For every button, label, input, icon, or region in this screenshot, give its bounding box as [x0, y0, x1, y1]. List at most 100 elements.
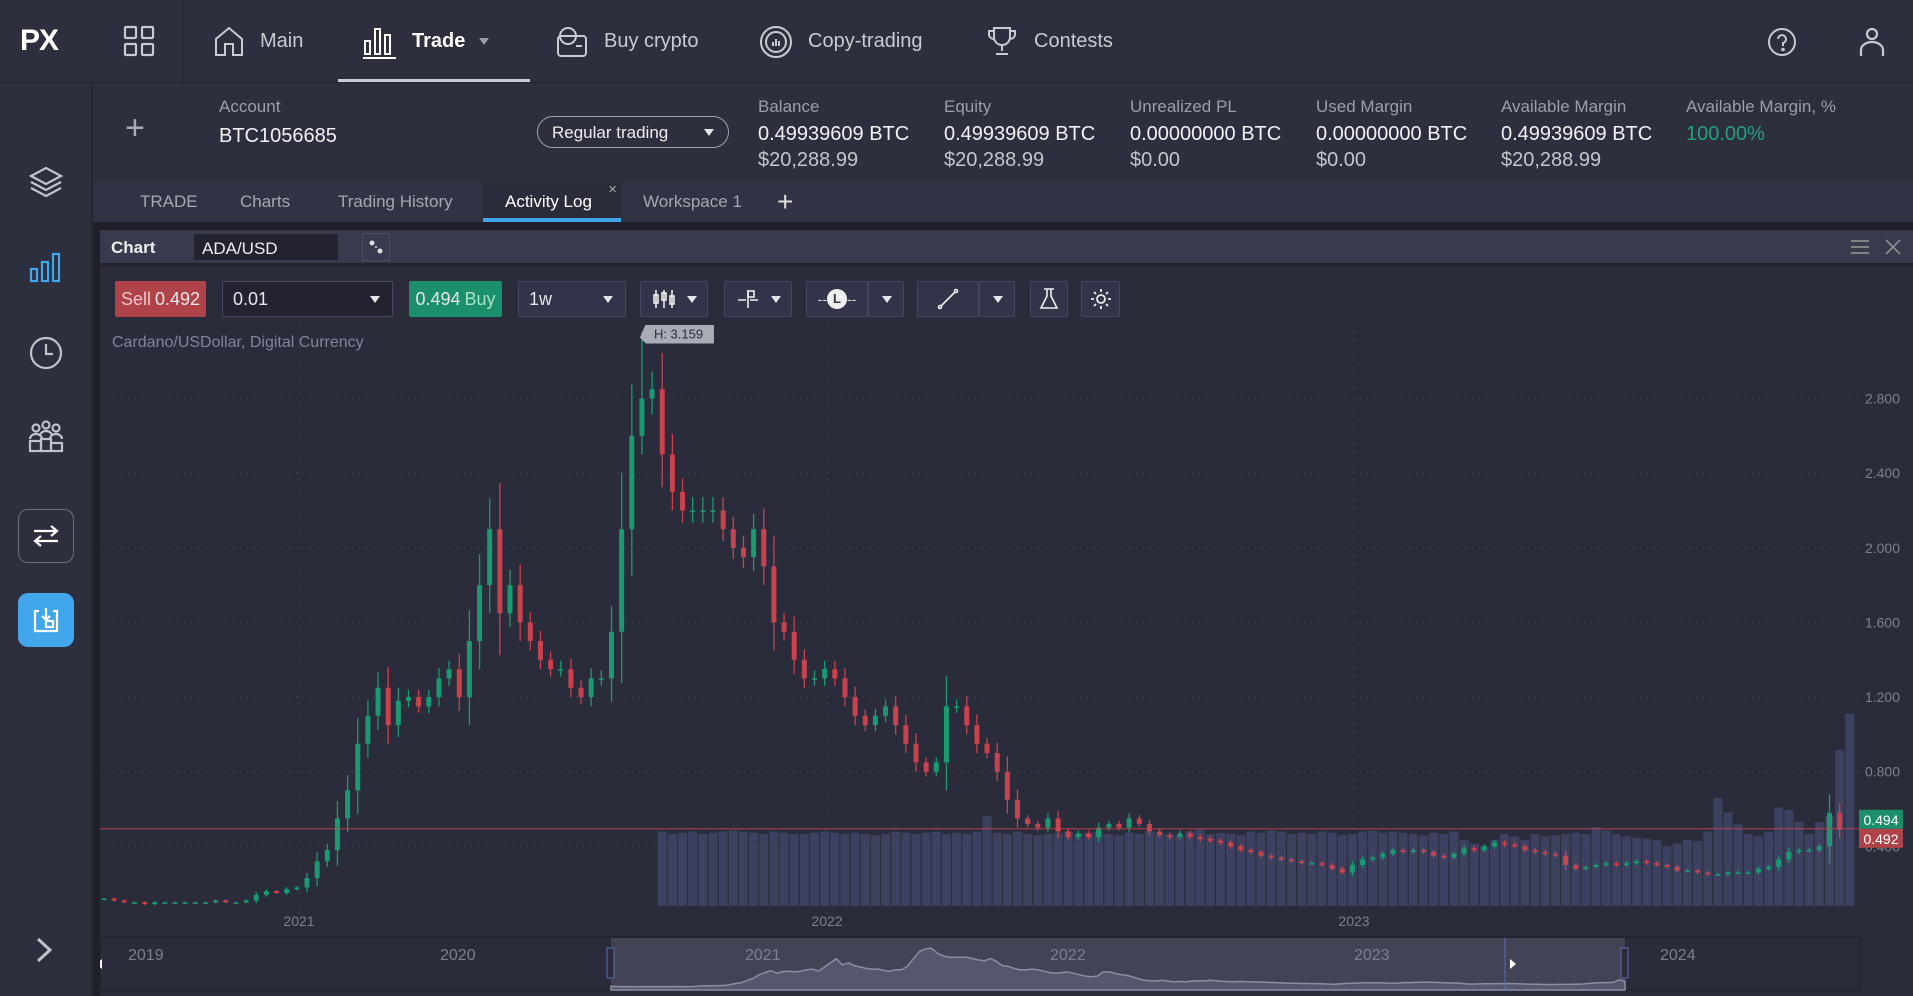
candle-body — [253, 894, 259, 901]
link-symbol-button[interactable] — [362, 233, 390, 261]
drawing-tool-dropdown[interactable] — [979, 281, 1015, 317]
tab-charts[interactable]: Charts — [240, 182, 290, 222]
volume-bar — [850, 832, 860, 906]
symbol-input[interactable]: ADA/USD — [193, 233, 339, 261]
sidebar-item-trade[interactable] — [18, 241, 74, 295]
volume-bar — [1814, 822, 1824, 906]
quantity-dropdown[interactable]: 0.01 — [222, 281, 393, 317]
candle-body — [1238, 846, 1244, 851]
price-chart[interactable]: 0.4000.8001.2001.6002.0002.4002.80020212… — [100, 325, 1913, 996]
volume-bar — [799, 834, 809, 906]
studies-button[interactable] — [1030, 281, 1068, 317]
volume-bar — [1449, 831, 1459, 906]
volume-bar — [1124, 832, 1134, 906]
sidebar-item-community[interactable] — [18, 410, 74, 464]
candle-body — [456, 669, 462, 698]
candle-body — [1268, 855, 1274, 858]
user-icon[interactable] — [1857, 26, 1887, 63]
volume-bar — [1358, 831, 1368, 906]
nav-buy-crypto[interactable]: Buy crypto — [554, 0, 698, 83]
indicators-dropdown[interactable] — [724, 281, 792, 317]
candlestick-icon — [653, 290, 675, 308]
candle-body — [466, 641, 472, 698]
volume-bar — [708, 832, 718, 906]
volume-bar — [1408, 834, 1418, 906]
stat-btc: 0.49939609 BTC — [944, 123, 1096, 145]
sidebar-item-history[interactable] — [18, 326, 74, 380]
drawing-tool-button[interactable] — [917, 281, 979, 317]
candle-body — [984, 743, 990, 754]
candle-body — [1248, 850, 1254, 852]
timeframe-value: 1w — [529, 288, 553, 309]
sidebar-transfer-button[interactable] — [18, 509, 74, 563]
candle-body — [507, 585, 513, 614]
sell-button[interactable]: Sell 0.492 — [115, 281, 206, 317]
buy-button[interactable]: 0.494 Buy — [409, 281, 502, 317]
order-line-dropdown[interactable] — [868, 281, 904, 317]
nav-copy-trading[interactable]: Copy-trading — [758, 0, 923, 83]
navigator-handle[interactable] — [1620, 947, 1629, 979]
candle-body — [1502, 842, 1508, 845]
add-account-button[interactable]: + — [125, 109, 145, 148]
tab-activity-log[interactable]: Activity Log × — [483, 181, 621, 222]
candle-body — [781, 622, 787, 632]
panel-menu-icon[interactable] — [1850, 239, 1870, 260]
nav-trade[interactable]: Trade — [362, 0, 490, 83]
candle-body — [1776, 859, 1782, 867]
dash-right: -- — [847, 291, 857, 307]
volume-bar — [1642, 838, 1652, 906]
nav-main[interactable]: Main — [212, 0, 303, 83]
stat-usd: $0.00 — [1316, 149, 1367, 171]
dash-left: -- — [817, 291, 827, 307]
navigator-handle[interactable] — [606, 947, 615, 979]
tab-workspace-1[interactable]: Workspace 1 — [643, 182, 742, 222]
tab-trading-history[interactable]: Trading History — [338, 182, 453, 222]
candle-body — [1786, 851, 1792, 860]
candle-body — [355, 743, 361, 791]
expand-sidebar-icon[interactable] — [32, 935, 56, 970]
candle-body — [832, 669, 838, 679]
quantity-value: 0.01 — [233, 288, 269, 309]
candle-body — [1684, 870, 1690, 873]
close-tab-icon[interactable]: × — [608, 170, 617, 210]
chevron-down-icon — [882, 296, 892, 303]
candle-body — [162, 902, 168, 904]
candle-body — [1390, 850, 1396, 854]
add-tab-button[interactable]: + — [777, 182, 793, 222]
candle-body — [172, 902, 178, 904]
candle-body — [1593, 865, 1599, 867]
chevron-down-icon — [687, 296, 697, 303]
apps-grid-icon[interactable] — [123, 25, 155, 62]
close-panel-icon[interactable] — [1884, 238, 1902, 261]
candle-body — [1451, 853, 1457, 858]
chart-settings-button[interactable] — [1081, 281, 1120, 317]
candle-body — [710, 510, 716, 512]
candle-body — [1532, 850, 1538, 852]
chart-header: Chart ADA/USD — [100, 230, 1913, 266]
help-icon[interactable] — [1767, 27, 1797, 62]
scroll-left-icon[interactable] — [100, 959, 102, 969]
logo[interactable]: PX — [20, 24, 59, 58]
volume-bar — [1023, 834, 1033, 906]
order-line-button[interactable]: -- L -- — [806, 281, 868, 317]
timeframe-dropdown[interactable]: 1w — [518, 281, 626, 317]
x-tick-label: 2022 — [811, 913, 842, 929]
layers-icon — [28, 166, 64, 198]
candle-body — [1289, 859, 1295, 862]
stat-btc: 0.00000000 BTC — [1130, 123, 1282, 145]
volume-bar — [1073, 834, 1083, 906]
tab-trade[interactable]: TRADE — [140, 182, 198, 222]
candle-body — [933, 762, 939, 772]
sidebar-item-layers[interactable] — [18, 155, 74, 209]
candle-body — [1004, 771, 1010, 800]
candle-body — [1492, 842, 1498, 847]
nav-contests[interactable]: Contests — [984, 0, 1113, 83]
trading-mode-dropdown[interactable]: Regular trading — [537, 116, 729, 148]
chart-type-dropdown[interactable] — [640, 281, 708, 317]
deposit-icon — [33, 608, 59, 633]
sidebar-deposit-button[interactable] — [18, 593, 74, 647]
candle-body — [1278, 857, 1284, 860]
volume-bar — [911, 834, 921, 906]
account-stat: Unrealized PL 0.00000000 BTC $0.00 — [1130, 97, 1281, 172]
candle-body — [1187, 833, 1193, 838]
